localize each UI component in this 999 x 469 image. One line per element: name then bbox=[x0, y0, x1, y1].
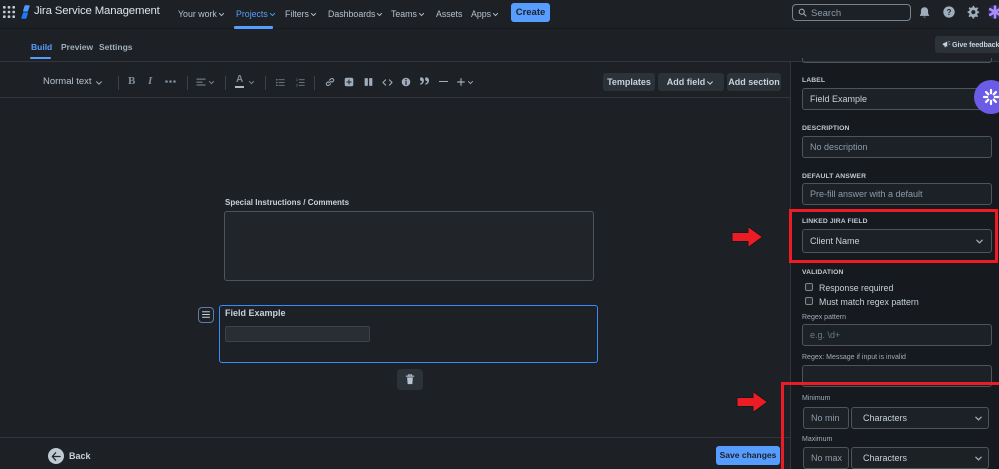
svg-text:?: ? bbox=[947, 8, 952, 17]
svg-text:1: 1 bbox=[296, 78, 298, 82]
svg-text:2: 2 bbox=[296, 83, 298, 86]
